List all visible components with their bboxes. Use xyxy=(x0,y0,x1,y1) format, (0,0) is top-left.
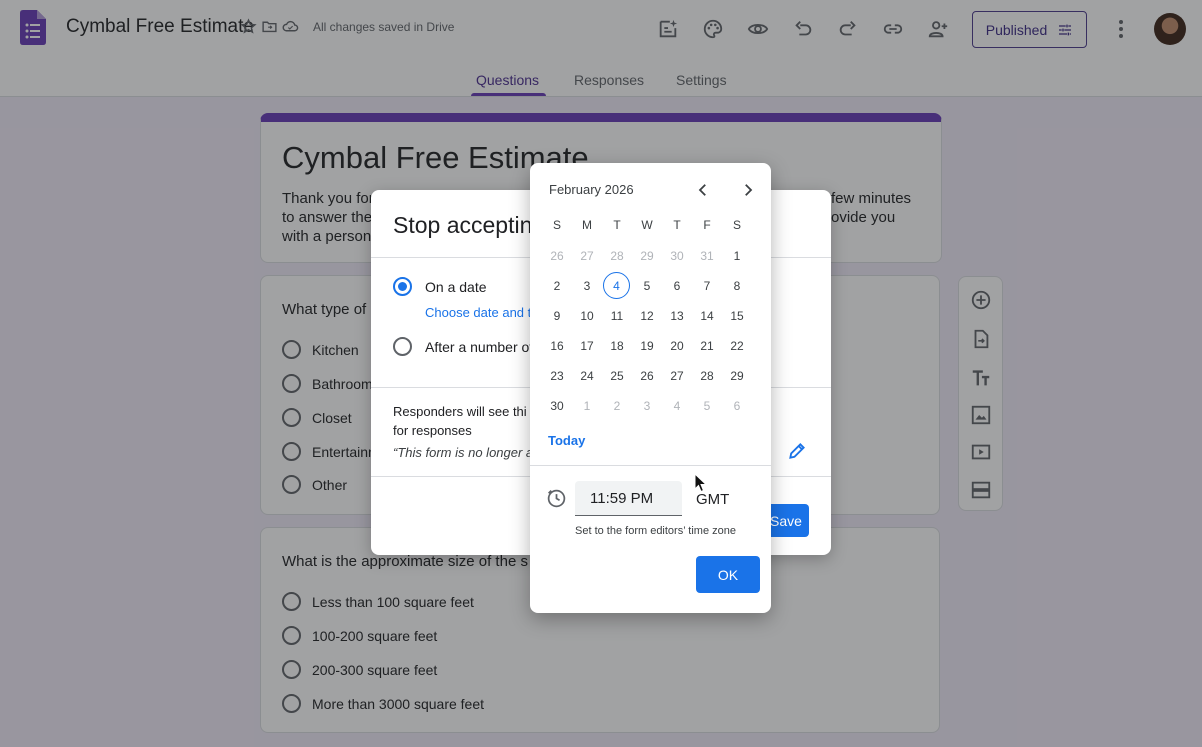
chevron-right-icon[interactable] xyxy=(739,181,757,199)
month-label: February 2026 xyxy=(549,182,634,197)
calendar-day[interactable]: 13 xyxy=(662,301,692,331)
calendar-day[interactable]: 22 xyxy=(722,331,752,361)
calendar-day[interactable]: 27 xyxy=(662,361,692,391)
calendar-day[interactable]: 26 xyxy=(632,361,662,391)
responders-message-label: Responders will see thi for responses xyxy=(393,404,527,438)
option-label: On a date xyxy=(425,278,487,295)
weekday-label: S xyxy=(732,218,741,232)
calendar-day[interactable]: 30 xyxy=(542,391,572,421)
clock-icon xyxy=(547,489,566,508)
calendar-day[interactable]: 18 xyxy=(602,331,632,361)
calendar-day[interactable]: 5 xyxy=(692,391,722,421)
calendar-day[interactable]: 29 xyxy=(632,241,662,271)
calendar-grid: 26 27 28 29 30 31 1 2 3 4 5 6 7 8 9 10 11 12 13 14 15 16 17 18 1… xyxy=(542,241,752,421)
weekday-label: F xyxy=(703,218,711,232)
calendar-day[interactable]: 2 xyxy=(542,271,572,301)
edit-pencil-icon[interactable] xyxy=(787,441,807,461)
time-input[interactable]: 11:59 PM xyxy=(575,481,682,516)
calendar-day[interactable]: 9 xyxy=(542,301,572,331)
calendar-day[interactable]: 15 xyxy=(722,301,752,331)
weekday-header: SMTWTFS xyxy=(542,218,752,232)
chevron-left-icon[interactable] xyxy=(694,181,712,199)
calendar-day[interactable]: 3 xyxy=(632,391,662,421)
dialog-title: Stop acceptin xyxy=(393,212,533,238)
calendar-day[interactable]: 30 xyxy=(662,241,692,271)
choose-date-link[interactable]: Choose date and t xyxy=(425,305,531,320)
option-on-a-date[interactable]: On a date xyxy=(393,277,487,296)
calendar-day-selected[interactable]: 4 xyxy=(603,272,630,299)
calendar-day[interactable]: 16 xyxy=(542,331,572,361)
calendar-day[interactable]: 28 xyxy=(602,241,632,271)
date-time-picker: February 2026 SMTWTFS 26 27 28 29 30 31 1 2 3 4 5 6… xyxy=(530,163,771,613)
calendar-day[interactable]: 1 xyxy=(572,391,602,421)
calendar-day[interactable]: 3 xyxy=(572,271,602,301)
weekday-label: T xyxy=(613,218,621,232)
calendar-day[interactable]: 26 xyxy=(542,241,572,271)
calendar-day[interactable]: 24 xyxy=(572,361,602,391)
mouse-cursor-icon xyxy=(694,473,708,493)
calendar-day[interactable]: 20 xyxy=(662,331,692,361)
calendar-day[interactable]: 31 xyxy=(692,241,722,271)
calendar-day[interactable]: 6 xyxy=(722,391,752,421)
calendar-day[interactable]: 29 xyxy=(722,361,752,391)
weekday-label: S xyxy=(552,218,561,232)
calendar-day[interactable]: 21 xyxy=(692,331,722,361)
calendar-day[interactable]: 23 xyxy=(542,361,572,391)
timezone-label: GMT xyxy=(696,491,730,508)
calendar-day[interactable]: 11 xyxy=(602,301,632,331)
weekday-label: M xyxy=(582,218,592,232)
calendar-day[interactable]: 4 xyxy=(662,391,692,421)
calendar-day[interactable]: 2 xyxy=(602,391,632,421)
timezone-note: Set to the form editors’ time zone xyxy=(575,525,736,537)
calendar-day[interactable]: 28 xyxy=(692,361,722,391)
radio-button-selected[interactable] xyxy=(393,277,412,296)
today-button[interactable]: Today xyxy=(548,433,585,448)
calendar-day[interactable]: 10 xyxy=(572,301,602,331)
calendar-day[interactable]: 8 xyxy=(722,271,752,301)
divider xyxy=(530,465,771,466)
option-after-number-of-responses[interactable]: After a number of xyxy=(393,337,533,356)
calendar-day[interactable]: 1 xyxy=(722,241,752,271)
calendar-day[interactable]: 6 xyxy=(662,271,692,301)
option-label: After a number of xyxy=(425,338,534,355)
closed-form-message: “This form is no longer a xyxy=(393,445,534,460)
calendar-day[interactable]: 5 xyxy=(632,271,662,301)
ok-button[interactable]: OK xyxy=(696,556,760,593)
calendar-day[interactable]: 19 xyxy=(632,331,662,361)
calendar-day[interactable]: 27 xyxy=(572,241,602,271)
calendar-day[interactable]: 12 xyxy=(632,301,662,331)
calendar-day[interactable]: 7 xyxy=(692,271,722,301)
calendar-day[interactable]: 17 xyxy=(572,331,602,361)
weekday-label: W xyxy=(641,218,653,232)
weekday-label: T xyxy=(673,218,681,232)
calendar-day[interactable]: 25 xyxy=(602,361,632,391)
calendar-day[interactable]: 14 xyxy=(692,301,722,331)
radio-button[interactable] xyxy=(393,337,412,356)
